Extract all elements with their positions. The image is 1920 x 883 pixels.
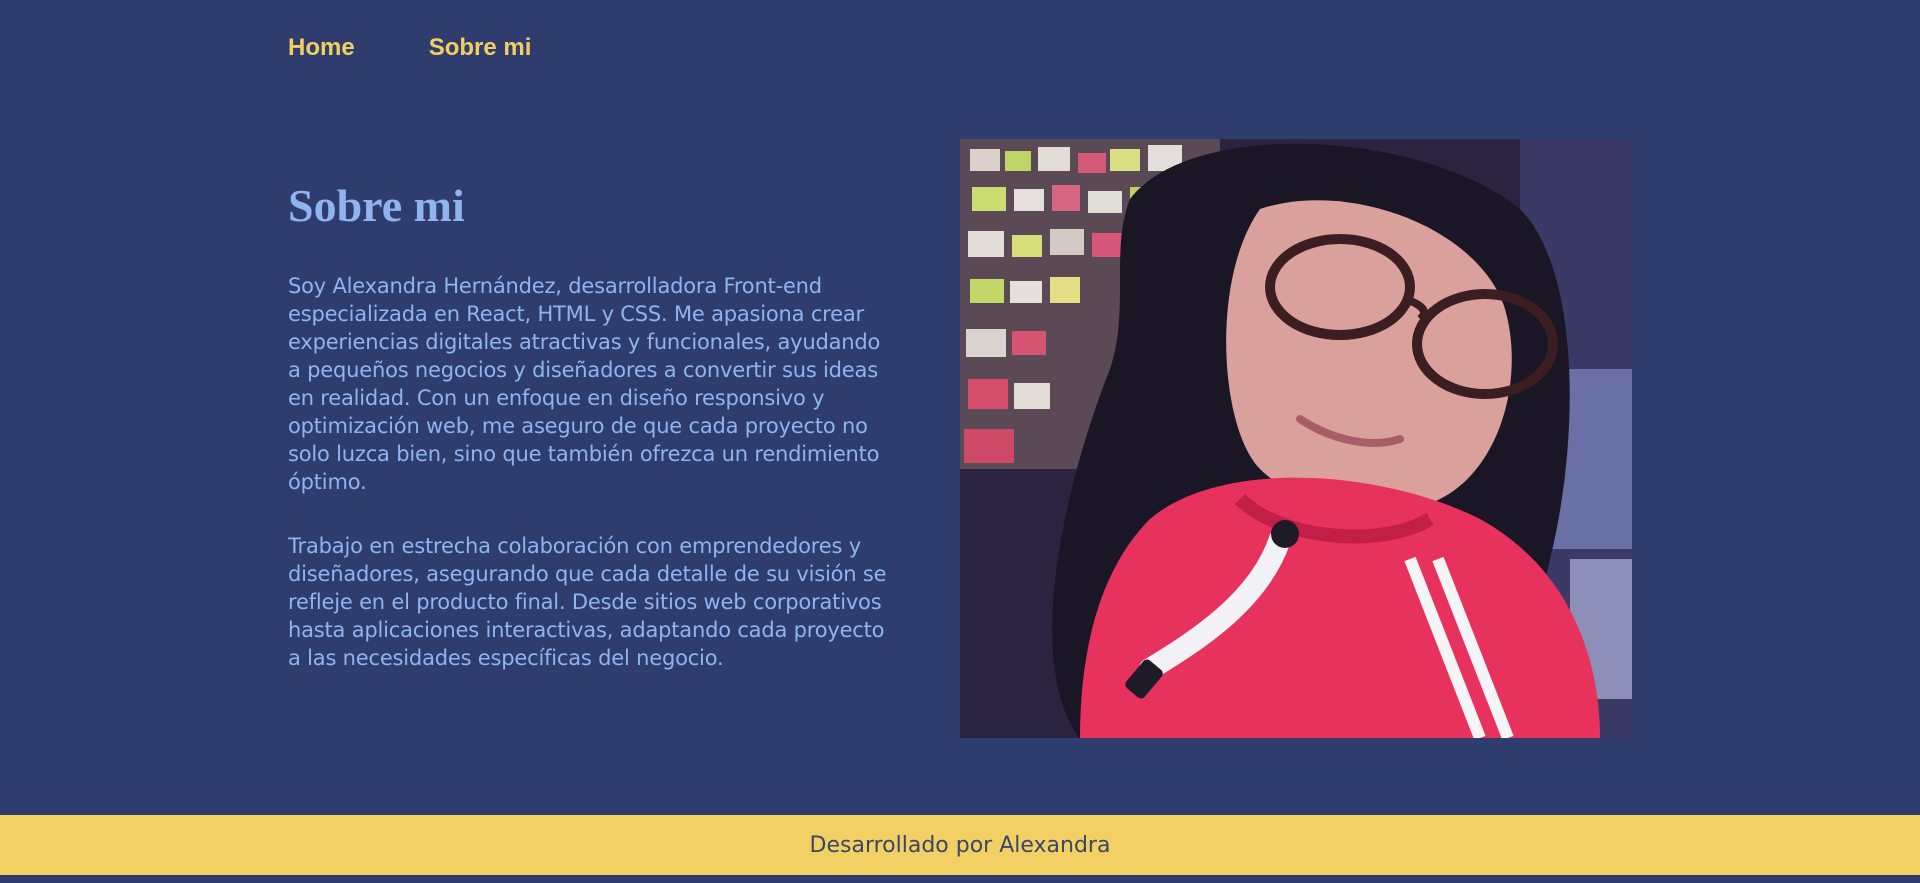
profile-photo [960,139,1632,738]
nav-home-link[interactable]: Home [288,32,355,64]
about-paragraph-1: Soy Alexandra Hernández, desarrolladora … [288,274,881,494]
main-nav: Home Sobre mi [288,32,531,64]
footer: Desarrollado por Alexandra [0,815,1920,875]
nav-about-link[interactable]: Sobre mi [429,32,532,64]
profile-photo-illustration [960,139,1632,738]
footer-credit: Desarrollado por Alexandra [809,832,1111,858]
page: Home Sobre mi Sobre mi Soy Alexandra Her… [0,0,1920,883]
about-section: Sobre mi Soy Alexandra Hernández, desarr… [288,178,888,708]
page-title: Sobre mi [288,180,465,231]
about-paragraph-2: Trabajo en estrecha colaboración con emp… [288,534,887,670]
